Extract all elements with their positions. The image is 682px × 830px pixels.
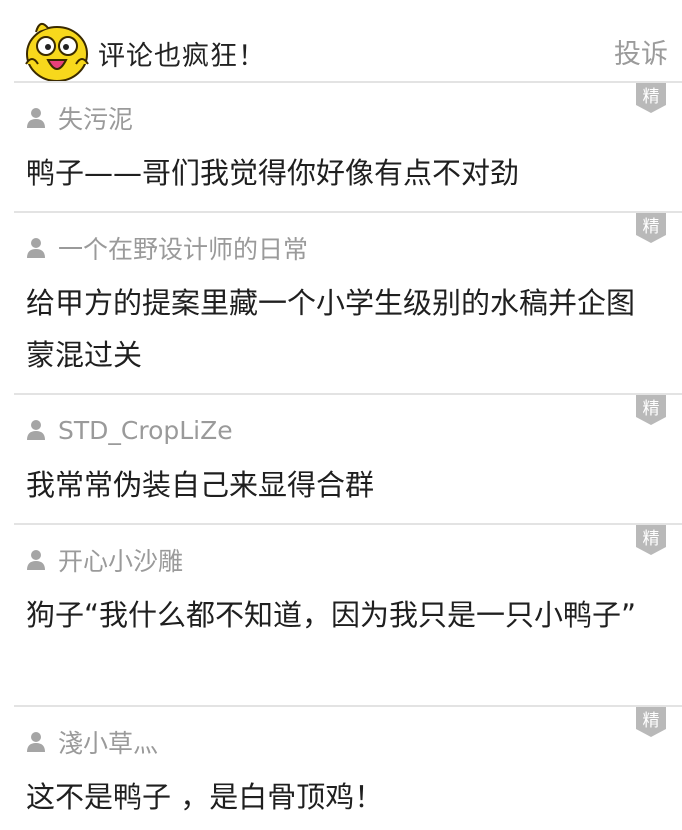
user-icon [27,550,45,570]
report-button[interactable]: 投诉 [614,32,668,71]
comment-text: 给甲方的提案里藏一个小学生级别的水稿并企图蒙混过关 [26,286,636,372]
featured-badge: 精 [636,707,666,737]
svg-text:精: 精 [643,217,660,237]
user-icon [27,732,45,752]
list-item: 精 一个在野设计师的日常 给甲方的提案里藏一个小学生级别的水稿并企图蒙混过关 [14,211,682,395]
featured-badge: 精 [636,83,666,113]
comment-text: 我常常伪装自己来显得合群 [26,468,375,502]
comment-text: 狗子“我什么都不知道，因为我只是一只小鸭子” [26,598,637,632]
comment-username[interactable]: 淺小草灬 [58,724,158,760]
svg-text:精: 精 [643,711,660,731]
header: 评论也疯狂！ 投诉 [0,0,682,82]
svg-text:精: 精 [643,399,660,419]
svg-text:精: 精 [643,529,660,549]
svg-text:精: 精 [643,87,660,107]
comment-username[interactable]: 一个在野设计师的日常 [58,230,308,266]
featured-badge: 精 [636,213,666,243]
list-item: 精 STD_CropLiZe 我常常伪装自己来显得合群 [14,393,682,525]
comment-text: 鸭子——哥们我觉得你好像有点不对劲 [26,156,520,190]
list-item: 精 失污泥 鸭子——哥们我觉得你好像有点不对劲 [14,81,682,213]
user-icon [27,238,45,258]
comment-text: 这不是鸭子 ，是白骨顶鸡！ [26,780,384,814]
comment-username[interactable]: 失污泥 [58,100,133,136]
comment-username[interactable]: STD_CropLiZe [58,416,233,445]
list-item: 精 开心小沙雕 狗子“我什么都不知道，因为我只是一只小鸭子” [14,523,682,707]
list-item: 精 淺小草灬 这不是鸭子 ，是白骨顶鸡！ [14,705,682,830]
featured-badge: 精 [636,395,666,425]
featured-badge: 精 [636,525,666,555]
user-icon [27,108,45,128]
yellow-bird-mascot-icon [22,14,92,82]
user-icon [27,420,45,440]
page-title: 评论也疯狂！ [98,41,266,72]
comment-username[interactable]: 开心小沙雕 [58,542,183,578]
